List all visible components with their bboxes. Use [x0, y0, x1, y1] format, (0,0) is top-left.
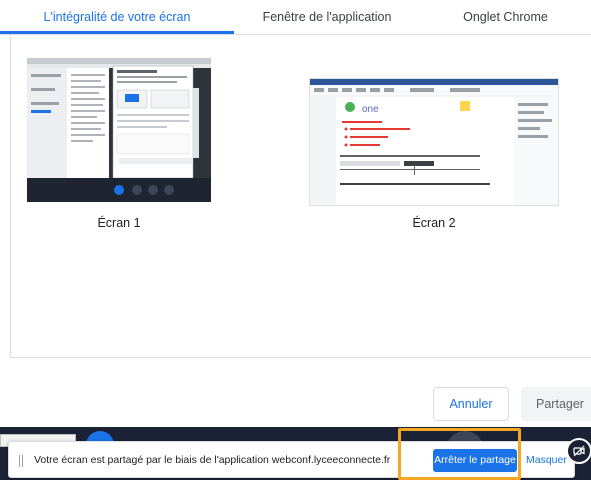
stop-sharing-button[interactable]: Arrêter le partage [433, 449, 517, 472]
screen-2-preview-image: one [310, 79, 558, 205]
hide-button[interactable]: Masquer [526, 442, 567, 479]
svg-text:one: one [362, 104, 379, 115]
screen-sharing-notification-bar: Votre écran est partagé par le biais de … [8, 441, 575, 478]
tab-chrome-tab[interactable]: Onglet Chrome [420, 0, 591, 34]
tab-application-window[interactable]: Fenêtre de l'application [234, 0, 420, 34]
screen-1-preview-image [27, 58, 211, 202]
screen-2-thumbnail: one [309, 78, 559, 206]
sharing-message: Votre écran est partagé par le biais de … [34, 454, 391, 466]
cancel-button[interactable]: Annuler [433, 387, 509, 421]
grip-icon[interactable] [19, 455, 23, 467]
share-button[interactable]: Partager [521, 387, 591, 421]
tab-entire-screen[interactable]: L'intégralité de votre écran [0, 0, 234, 34]
share-tabs: L'intégralité de votre écran Fenêtre de … [0, 0, 591, 34]
camera-off-icon[interactable] [566, 438, 591, 464]
screen-1-thumbnail [27, 58, 211, 202]
screen-1-label: Écran 1 [97, 216, 141, 230]
screen-picker-panel: Écran 1 one Écran 2 [10, 34, 591, 358]
camera-off-glyph [573, 445, 585, 457]
screen-option-2[interactable]: one Écran 2 [299, 58, 569, 238]
screen-option-1[interactable]: Écran 1 [27, 58, 211, 238]
screen-2-label: Écran 2 [412, 216, 456, 230]
